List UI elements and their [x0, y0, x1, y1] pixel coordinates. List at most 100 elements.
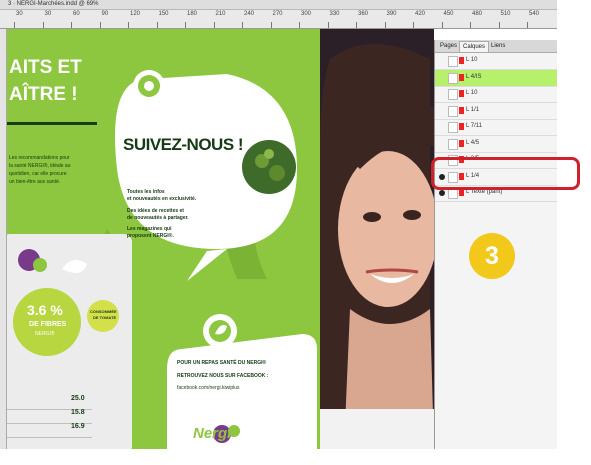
ruler-tick-label: 30 [44, 11, 52, 17]
layer-row[interactable]: L 10 [435, 53, 558, 70]
layer-color-swatch [459, 90, 464, 97]
bubble-line3: Des idées de recettes et [127, 208, 184, 214]
bubble-line1: Toutes les infos [127, 189, 165, 195]
ruler-tick-mark [384, 22, 386, 28]
ruler-tick-label: 540 [529, 11, 540, 17]
visibility-eye-icon[interactable] [439, 190, 445, 196]
visibility-eye-icon[interactable] [439, 91, 445, 97]
heading-left-line1: AITS ET [9, 57, 82, 78]
visibility-eye-icon[interactable] [439, 124, 445, 130]
visibility-eye-icon[interactable] [439, 141, 445, 147]
body-left-line3: quotidien, car elle procure [9, 171, 67, 177]
horizontal-ruler[interactable]: 30 30 60 90 120 150 180 210 240 270 300 330 360 390 42… [0, 10, 560, 29]
layer-row[interactable]: L 1/1 [435, 103, 558, 120]
ruler-tick-label: 240 [244, 11, 255, 17]
ruler-tick-label: 150 [158, 11, 169, 17]
window-title: 3 · NERGI-Marchées.indd @ 69% [8, 1, 99, 7]
lock-toggle-box[interactable] [448, 72, 458, 84]
lock-toggle-box[interactable] [448, 89, 458, 100]
ruler-tick-mark [527, 22, 528, 28]
layer-color-swatch [459, 73, 464, 81]
ruler-tick-label: 210 [215, 11, 226, 17]
stat-note: NERGI® [35, 331, 55, 337]
ruler-tick-mark [42, 22, 44, 28]
step-number-badge: 3 [469, 233, 515, 279]
layer-row[interactable]: L 7/11 [435, 119, 558, 136]
bottom-line3: facebook.com/nergi.kiwiplus [177, 385, 240, 391]
ruler-tick-label: 390 [386, 11, 397, 17]
ruler-tick-mark [14, 22, 15, 28]
ruler-tick-label: 60 [73, 11, 80, 17]
lock-toggle-box[interactable] [448, 105, 458, 117]
ruler-tick-mark [441, 22, 443, 28]
lock-toggle-box[interactable] [448, 56, 458, 67]
layer-name: L 10 [466, 90, 478, 96]
ruler-tick-mark [356, 22, 357, 28]
tab-liens[interactable]: Liens [488, 41, 508, 51]
ruler-tick-label: 510 [500, 11, 511, 17]
body-left-line1: Les recommandations pour [9, 155, 70, 161]
ruler-tick-mark [71, 22, 72, 28]
right-margin [557, 0, 591, 465]
ruler-tick-label: 330 [329, 11, 340, 17]
table-value-3: 16.9 [71, 423, 85, 430]
body-left-line2: la santé NERGI®, idéale au [9, 163, 71, 169]
tab-pages[interactable]: Pages [437, 41, 460, 51]
stat-unit: DE FIBRES [29, 321, 67, 328]
ruler-tick-mark [470, 22, 471, 28]
ruler-tick-label: 450 [443, 11, 454, 17]
ruler-tick-mark [156, 22, 158, 28]
ruler-tick-mark [270, 22, 272, 28]
portrait-illustration [320, 29, 434, 449]
lock-toggle-box[interactable] [448, 138, 458, 150]
document-canvas[interactable]: AITS ET AÎTRE ! Les recommandations pour… [7, 29, 320, 449]
ruler-tick-mark [99, 22, 101, 28]
stat-side-line2: DE TOMATE [93, 315, 117, 320]
ruler-tick-label: 180 [187, 11, 198, 17]
portrait-photo [320, 29, 434, 449]
layer-color-swatch [459, 57, 464, 64]
layer-name: L 1/1 [466, 106, 480, 113]
layer-color-swatch [459, 106, 464, 114]
ruler-tick-mark [128, 22, 129, 28]
ruler-tick-label: 300 [301, 11, 312, 17]
bottom-line2: RETROUVEZ NOUS SUR FACEBOOK : [177, 373, 269, 379]
visibility-eye-icon[interactable] [439, 75, 445, 81]
visibility-eye-icon[interactable] [439, 58, 445, 64]
ruler-tick-label: 90 [101, 11, 109, 17]
ruler-tick-mark [213, 22, 215, 28]
layer-name: L 4/IS [466, 73, 482, 80]
table-value-1: 25.0 [71, 395, 85, 402]
ruler-tick-mark [185, 22, 186, 28]
ruler-tick-mark [299, 22, 300, 28]
layer-row[interactable]: L 10 [435, 86, 558, 103]
vertical-ruler[interactable] [0, 29, 7, 449]
layer-name: L 10 [466, 57, 478, 63]
ruler-tick-label: 420 [415, 11, 426, 17]
ruler-tick-label: 120 [130, 11, 141, 17]
ruler-tick-label: 360 [358, 11, 369, 17]
bottom-margin [0, 449, 557, 465]
ruler-tick-label: 480 [472, 11, 483, 17]
stat-side-line1: CONSOMMÉE [90, 309, 117, 314]
layer-row[interactable]: L 4/IS [435, 69, 558, 87]
stat-value: 3.6 % [27, 302, 63, 318]
layer-color-swatch [459, 123, 464, 130]
panel-tab-strip: Pages Calques Liens [435, 40, 558, 53]
bubble-line5: Les magazines qui [127, 226, 172, 232]
lock-toggle-box[interactable] [448, 122, 458, 133]
heading-left-line2: AÎTRE ! [9, 84, 78, 105]
visibility-eye-icon[interactable] [439, 108, 445, 114]
table-value-2: 15.8 [71, 409, 85, 416]
window-title-bar: 3 · NERGI-Marchées.indd @ 69% [0, 0, 591, 10]
ruler-tick-mark [327, 22, 329, 28]
layer-color-swatch [459, 189, 464, 196]
body-left-line4: un bien-être aux santé. [9, 179, 61, 185]
layer-row[interactable]: L 4/5 [435, 136, 558, 153]
tab-calques[interactable]: Calques [459, 41, 490, 52]
ruler-tick-label: 270 [272, 11, 283, 17]
layer-name: L 4/5 [466, 139, 480, 146]
layer-name: L 7/11 [466, 123, 483, 129]
bottom-line1: POUR UN REPAS SANTÉ DU NERGI® [177, 360, 267, 366]
bubble-line4: de nouveautés à partager. [127, 215, 189, 221]
